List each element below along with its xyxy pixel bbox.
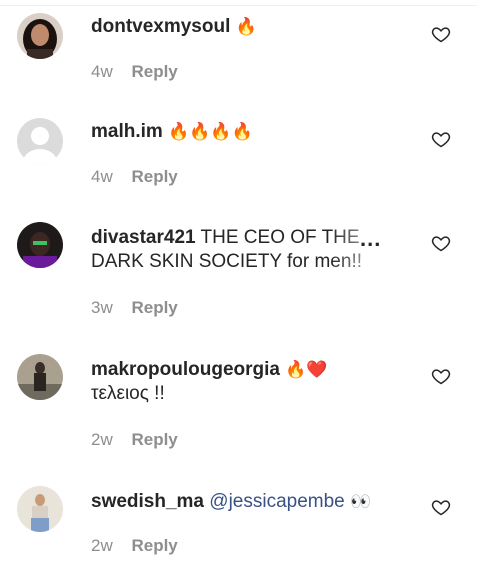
heart-outline-icon[interactable] bbox=[431, 233, 451, 253]
comment-meta: 2w Reply bbox=[91, 430, 178, 450]
avatar[interactable] bbox=[17, 354, 63, 400]
comment-emoji: 🔥❤️ bbox=[285, 360, 328, 380]
avatar[interactable] bbox=[17, 222, 63, 268]
reply-button[interactable]: Reply bbox=[131, 62, 177, 81]
heart-outline-icon[interactable] bbox=[431, 24, 451, 44]
comment-username[interactable]: dontvexmysoul bbox=[91, 16, 230, 37]
reply-button[interactable]: Reply bbox=[131, 167, 177, 186]
more-button[interactable]: ... bbox=[360, 226, 381, 252]
comment-body: dontvexmysoul 🔥 bbox=[91, 15, 421, 39]
comment-meta: 4w Reply bbox=[91, 167, 178, 187]
comment-meta: 4w Reply bbox=[91, 62, 178, 82]
heart-outline-icon[interactable] bbox=[431, 497, 451, 517]
reply-button[interactable]: Reply bbox=[131, 536, 177, 555]
user-photo-icon bbox=[17, 354, 63, 400]
default-avatar-icon bbox=[17, 118, 63, 164]
reply-button[interactable]: Reply bbox=[131, 430, 177, 449]
user-photo-icon bbox=[17, 222, 63, 268]
comment-text: τελειος !! bbox=[91, 383, 165, 404]
comment-age[interactable]: 2w bbox=[91, 430, 113, 449]
comment-age[interactable]: 4w bbox=[91, 167, 113, 186]
avatar[interactable] bbox=[17, 486, 63, 532]
comment-age[interactable]: 2w bbox=[91, 536, 113, 555]
comment-body: malh.im 🔥🔥🔥🔥 bbox=[91, 120, 421, 144]
avatar[interactable] bbox=[17, 13, 63, 59]
comment-emoji: 👀 bbox=[350, 492, 372, 512]
top-divider bbox=[0, 5, 477, 6]
comment-body: makropoulougeorgia 🔥❤️ τελειος !! bbox=[91, 358, 421, 406]
comment-meta: 2w Reply bbox=[91, 536, 178, 556]
comment-username[interactable]: swedish_ma bbox=[91, 491, 204, 512]
mention-link[interactable]: @jessicapembe bbox=[209, 491, 344, 512]
comment-username[interactable]: divastar421 bbox=[91, 227, 196, 248]
comment-body: swedish_ma @jessicapembe 👀 bbox=[91, 490, 421, 514]
comment-age[interactable]: 3w bbox=[91, 298, 113, 317]
reply-button[interactable]: Reply bbox=[131, 298, 177, 317]
avatar[interactable] bbox=[17, 118, 63, 164]
comment-age[interactable]: 4w bbox=[91, 62, 113, 81]
comment-username[interactable]: makropoulougeorgia bbox=[91, 359, 280, 380]
heart-outline-icon[interactable] bbox=[431, 129, 451, 149]
comment-username[interactable]: malh.im bbox=[91, 121, 163, 142]
heart-outline-icon[interactable] bbox=[431, 366, 451, 386]
comment-emoji: 🔥 bbox=[235, 17, 257, 37]
user-photo-icon bbox=[17, 486, 63, 532]
comment-meta: 3w Reply bbox=[91, 298, 178, 318]
user-photo-icon bbox=[17, 13, 63, 59]
comment-emoji: 🔥🔥🔥🔥 bbox=[168, 122, 253, 142]
